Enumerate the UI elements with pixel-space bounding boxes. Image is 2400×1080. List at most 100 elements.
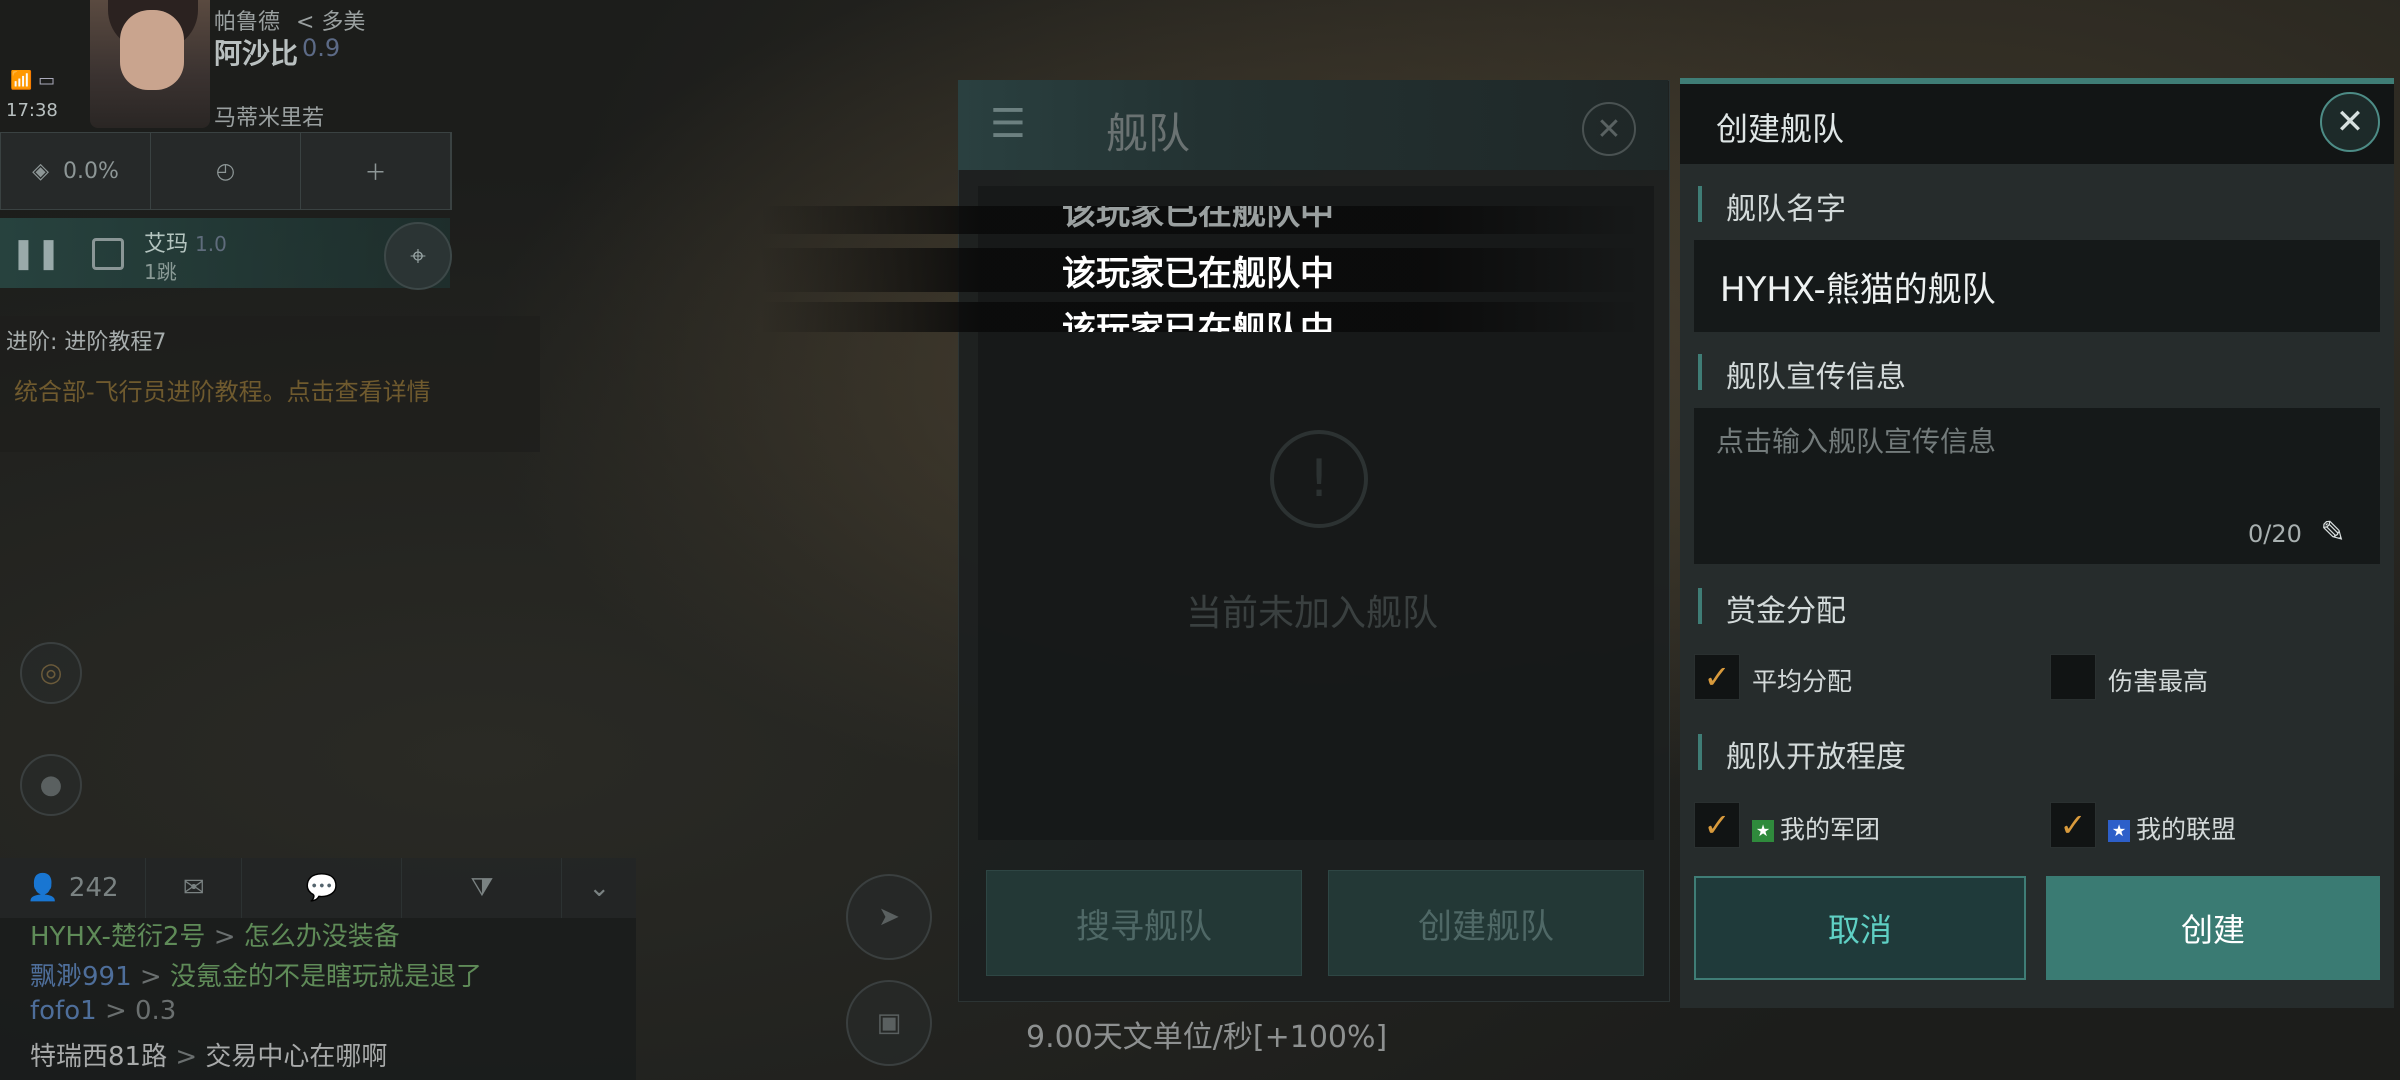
- pause-icon: ❚❚: [10, 235, 62, 271]
- fleet-header: [958, 80, 1668, 170]
- check-icon: ✓: [2059, 806, 2087, 844]
- close-icon: ✕: [1596, 111, 1622, 147]
- create-fleet-button[interactable]: 创建舰队: [1328, 870, 1644, 976]
- pin-icon: ⌖: [410, 239, 426, 272]
- corp-star-icon: ★: [1752, 820, 1774, 842]
- bounty-even-label: 平均分配: [1752, 667, 1853, 696]
- open-alliance-checkbox[interactable]: ✓: [2050, 802, 2096, 848]
- search-fleet-button[interactable]: 搜寻舰队: [986, 870, 1302, 976]
- target-button[interactable]: ◎: [20, 642, 82, 704]
- add-button[interactable]: ＋: [301, 133, 451, 209]
- chat-line: 特瑞西81路 > 交易中心在哪啊: [30, 1036, 387, 1073]
- alliance-star-icon: ★: [2108, 820, 2130, 842]
- fleet-close-button[interactable]: ✕: [1582, 102, 1636, 156]
- open-alliance-label: ★ 我的联盟: [2108, 810, 2236, 846]
- check-icon: ✓: [1703, 806, 1731, 844]
- create-button[interactable]: 创建: [2046, 876, 2380, 980]
- cargo-icon: ◈: [32, 158, 49, 184]
- chat-arrow: >: [213, 922, 236, 952]
- station-name: 马蒂米里若: [214, 106, 325, 131]
- chat-arrow: >: [175, 1042, 198, 1072]
- bounty-even-checkbox[interactable]: ✓: [1694, 654, 1740, 700]
- chat-message: 0.3: [135, 996, 177, 1026]
- location-back[interactable]: < 多美: [296, 4, 365, 36]
- toast-message: 该玩家已在舰队中: [760, 302, 1640, 332]
- scan-icon: ◴: [215, 158, 236, 184]
- nav-target-name: 艾玛 1.0: [144, 232, 227, 257]
- speed-readout: 9.00天文单位/秒[+100%]: [1026, 1020, 1388, 1055]
- camera-button[interactable]: ▣: [846, 980, 932, 1066]
- fleet-empty-text: 当前未加入舰队: [1186, 593, 1439, 634]
- stop-icon[interactable]: [92, 238, 124, 270]
- security-status: 0.9: [302, 34, 341, 62]
- warp-button[interactable]: ➤: [846, 874, 932, 960]
- mail-button[interactable]: ✉: [146, 858, 243, 918]
- chat-message: 交易中心在哪啊: [205, 1042, 388, 1072]
- menu-icon[interactable]: ☰: [990, 104, 1038, 144]
- chat-message: 没氪金的不是瞎玩就是退了: [169, 962, 482, 992]
- chat-toolbar: 👤 242 ✉ 💬 ⧩ ⌄: [0, 858, 636, 918]
- clock: 17:38: [6, 100, 58, 121]
- filter-icon: ⧩: [470, 872, 494, 903]
- collapse-chat-button[interactable]: ⌄: [562, 858, 636, 918]
- open-corp-label: ★ 我的军团: [1752, 810, 1880, 846]
- chat-sender[interactable]: fofo1: [30, 996, 97, 1026]
- online-count-button[interactable]: 👤 242: [0, 858, 147, 918]
- desc-label: 舰队宣传信息: [1726, 360, 1906, 395]
- camera-icon: ▣: [876, 1008, 902, 1038]
- close-icon: ✕: [2335, 102, 2365, 142]
- section-marker: [1698, 354, 1702, 390]
- chat-button[interactable]: 💬: [242, 858, 403, 918]
- task-description[interactable]: 统合部-飞行员进阶教程。点击查看详情: [14, 372, 431, 407]
- cargo-cell[interactable]: ◈ 0.0%: [1, 133, 151, 209]
- create-close-button[interactable]: ✕: [2320, 92, 2380, 152]
- chat-arrow: >: [104, 996, 127, 1026]
- check-icon: ✓: [1703, 658, 1731, 696]
- pilot-button[interactable]: ●: [20, 754, 82, 816]
- chat-message: 怎么办没装备: [243, 922, 400, 952]
- location-pin-button[interactable]: ⌖: [384, 222, 452, 290]
- openness-label: 舰队开放程度: [1726, 740, 1906, 775]
- fleet-title: 舰队: [1106, 109, 1191, 158]
- chat-arrow: >: [139, 962, 162, 992]
- task-title: 进阶: 进阶教程7: [6, 330, 167, 355]
- chat-sender[interactable]: HYHX-楚衍2号: [30, 922, 205, 952]
- bounty-damage-checkbox[interactable]: [2050, 654, 2096, 700]
- user-icon: ●: [39, 770, 63, 800]
- cargo-percent: 0.0%: [63, 158, 119, 184]
- plus-icon: ＋: [364, 161, 387, 186]
- chat-line: 飘渺991 > 没氪金的不是瞎玩就是退了: [30, 956, 482, 993]
- char-counter: 0/20: [2248, 520, 2302, 548]
- chevron-down-icon: ⌄: [588, 873, 611, 903]
- desc-placeholder: 点击输入舰队宣传信息: [1716, 425, 1997, 458]
- target-icon: ◎: [39, 658, 63, 688]
- section-marker: [1698, 734, 1702, 770]
- info-icon: !: [1270, 430, 1368, 528]
- user-icon: 👤: [26, 873, 59, 903]
- chat-line: HYHX-楚衍2号 > 怎么办没装备: [30, 916, 400, 953]
- chat-sender[interactable]: 飘渺991: [30, 962, 132, 992]
- toast-message: 该玩家已在舰队中: [760, 248, 1640, 294]
- name-label: 舰队名字: [1726, 192, 1846, 227]
- warp-icon: ➤: [878, 902, 900, 932]
- chat-bubble-icon: 💬: [305, 873, 339, 903]
- scan-button[interactable]: ◴: [151, 133, 301, 209]
- online-count: 242: [68, 873, 119, 903]
- open-corp-checkbox[interactable]: ✓: [1694, 802, 1740, 848]
- edit-icon[interactable]: ✎: [2316, 516, 2350, 550]
- bounty-label: 赏金分配: [1726, 594, 1846, 629]
- cancel-button[interactable]: 取消: [1694, 876, 2026, 980]
- fleet-name-input[interactable]: HYHX-熊猫的舰队: [1694, 240, 2380, 332]
- portrait-face: [120, 10, 184, 90]
- chat-sender[interactable]: 特瑞西81路: [30, 1042, 167, 1072]
- bounty-damage-label: 伤害最高: [2108, 667, 2209, 696]
- system-name[interactable]: 阿沙比: [214, 32, 298, 72]
- section-marker: [1698, 588, 1702, 624]
- create-fleet-title: 创建舰队: [1716, 110, 1845, 148]
- mail-icon: ✉: [182, 873, 205, 903]
- pause-button[interactable]: ❚❚: [10, 226, 62, 280]
- nav-jumps: 1跳: [144, 260, 177, 284]
- wifi-battery-icon: 📶 ▭: [10, 70, 56, 91]
- filter-button[interactable]: ⧩: [402, 858, 563, 918]
- hud-toolbar: ◈ 0.0% ◴ ＋: [0, 132, 452, 210]
